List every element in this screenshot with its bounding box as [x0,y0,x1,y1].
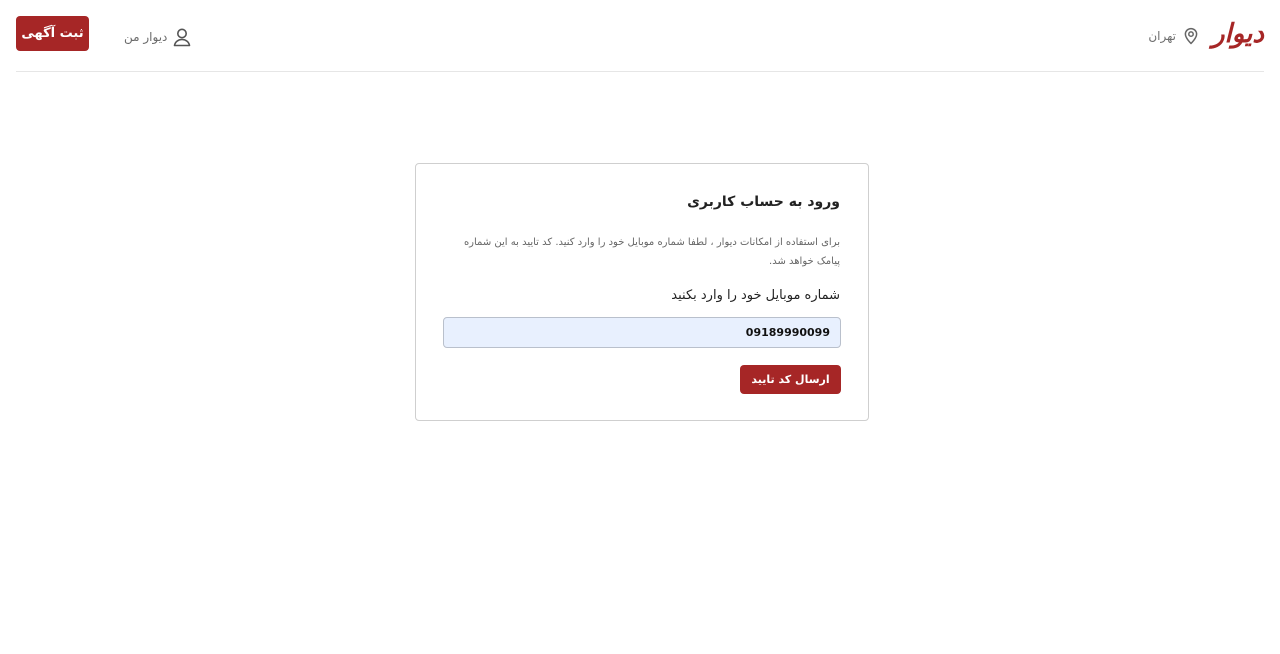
submit-ad-button[interactable]: ثبت آگهی [16,16,89,51]
login-card: ورود به حساب کاربری برای استفاده از امکا… [415,163,869,421]
city-label: تهران [1148,29,1176,43]
send-verification-code-button[interactable]: ارسال کد تایید [740,365,841,394]
phone-number-input[interactable] [443,317,841,348]
phone-field-label: شماره موبایل خود را وارد بکنید [671,288,840,303]
login-description: برای استفاده از امکانات دیوار ، لطفا شما… [463,237,840,267]
divar-logo[interactable]: دیوار [1212,17,1264,51]
my-divar-label: دیوار من [124,30,168,44]
top-header: دیوار تهران دیوار من ثبت آگهی [16,0,1264,72]
location-pin-icon [1182,27,1200,45]
login-title: ورود به حساب کاربری [687,194,840,210]
my-divar-link[interactable]: دیوار من [124,24,193,50]
page: دیوار تهران دیوار من ثبت آگهی ورود به حس… [0,0,1280,654]
user-icon [171,26,193,48]
city-selector[interactable]: تهران [1148,24,1200,48]
